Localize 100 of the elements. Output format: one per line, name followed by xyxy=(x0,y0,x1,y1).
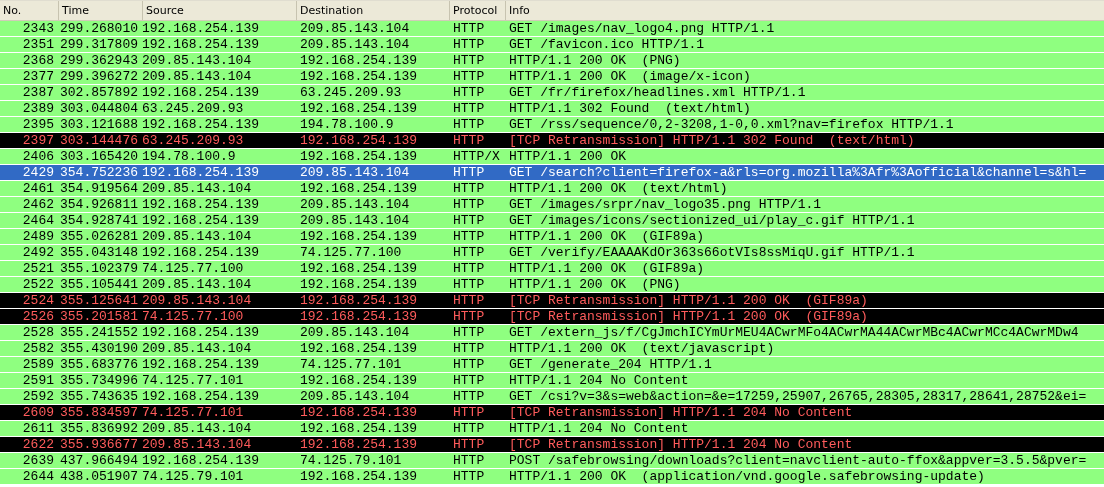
packet-row[interactable]: 2524 355.125641 209.85.143.104 192.168.254.139 HTTP [TCP Retransmission] HTTP/1.1 200 OK (GIF89a) xyxy=(0,293,1104,309)
table-cell-text: 2591 xyxy=(21,373,55,388)
table-cell-text: POST /safebrowsing/downloads?client=navclient-auto-ffox&appver=3.5.5&pver= xyxy=(508,453,1088,468)
table-cell-text: 63.245.209.93 xyxy=(142,101,245,116)
packet-row[interactable]: 2343 299.268010 192.168.254.139 209.85.143.104 HTTP GET /images/nav_logo4.png HTTP/1.1 xyxy=(0,21,1104,37)
packet-row[interactable]: 2464 354.928741 192.168.254.139 209.85.143.104 HTTP GET /images/icons/sectionized_ui/play_c.gif HTTP/1.1 xyxy=(0,213,1104,229)
table-cell-text: GET /search?client=firefox-a&rls=org.mozilla%3Afr%3Aofficial&channel=s&hl= xyxy=(508,165,1088,180)
packet-row[interactable]: 2611 355.836992 209.85.143.104 192.168.254.139 HTTP HTTP/1.1 204 No Content xyxy=(0,421,1104,437)
table-cell-text: 355.734996 xyxy=(59,373,139,388)
table-cell-text: 303.044804 xyxy=(59,101,139,116)
table-cell-text: HTTP xyxy=(452,261,486,276)
packet-row[interactable]: 2528 355.241552 192.168.254.139 209.85.143.104 HTTP GET /extern_js/f/CgJmchICYmUrMEU4ACwrMFo4ACwrMA44ACwrMBc4ACwrMCc4ACwrMDw4 xyxy=(0,325,1104,341)
table-cell-text: 299.362943 xyxy=(59,53,139,68)
table-cell-text: HTTP xyxy=(452,69,486,84)
table-cell-text: 299.268010 xyxy=(59,21,139,36)
packet-row[interactable]: 2526 355.201581 74.125.77.100 192.168.254.139 HTTP [TCP Retransmission] HTTP/1.1 200 OK (GIF89a) xyxy=(0,309,1104,325)
table-cell-text: 354.919564 xyxy=(59,181,139,196)
table-cell-text: 2492 xyxy=(21,245,55,260)
table-cell-text: 2462 xyxy=(21,197,55,212)
column-header[interactable]: Info xyxy=(505,1,1104,20)
packet-row[interactable]: 2397 303.144476 63.245.209.93 192.168.254.139 HTTP [TCP Retransmission] HTTP/1.1 302 Found (text/html) xyxy=(0,133,1104,149)
packet-row[interactable]: 2639 437.966494 192.168.254.139 74.125.79.101 HTTP POST /safebrowsing/downloads?client=navclient-auto-ffox&appver=3.5.5&pver= xyxy=(0,453,1104,469)
table-cell-text: 74.125.77.100 xyxy=(142,261,245,276)
table-cell-text: HTTP/1.1 200 OK (PNG) xyxy=(508,277,682,292)
table-cell-text: GET /generate_204 HTTP/1.1 xyxy=(508,357,713,372)
table-cell-text: 2611 xyxy=(21,421,55,436)
table-cell-text: 354.926811 xyxy=(59,197,139,212)
packet-row[interactable]: 2389 303.044804 63.245.209.93 192.168.254.139 HTTP HTTP/1.1 302 Found (text/html) xyxy=(0,101,1104,117)
table-cell-text: 2522 xyxy=(21,277,55,292)
table-cell-text: 209.85.143.104 xyxy=(299,213,411,228)
table-cell-text: HTTP xyxy=(452,37,486,52)
table-cell-text: 2639 xyxy=(21,453,55,468)
table-cell-text: HTTP xyxy=(452,229,486,244)
table-cell-text: HTTP/1.1 200 OK (GIF89a) xyxy=(508,261,706,276)
table-cell-text: HTTP xyxy=(452,469,486,484)
table-cell-text: 355.836992 xyxy=(59,421,139,436)
packet-row[interactable]: 2406 303.165420 194.78.100.9 192.168.254.139 HTTP/X HTTP/1.1 200 OK xyxy=(0,149,1104,165)
table-cell-text: 2592 xyxy=(21,389,55,404)
table-cell-text: 192.168.254.139 xyxy=(142,37,261,52)
table-cell-text: 192.168.254.139 xyxy=(299,293,419,308)
packet-row[interactable]: 2351 299.317809 192.168.254.139 209.85.143.104 HTTP GET /favicon.ico HTTP/1.1 xyxy=(0,37,1104,53)
table-cell-text: HTTP/1.1 200 OK (PNG) xyxy=(508,53,682,68)
packet-row[interactable]: 2522 355.105441 209.85.143.104 192.168.254.139 HTTP HTTP/1.1 200 OK (PNG) xyxy=(0,277,1104,293)
packet-row[interactable]: 2377 299.396272 209.85.143.104 192.168.254.139 HTTP HTTP/1.1 200 OK (image/x-icon) xyxy=(0,69,1104,85)
table-cell-text: 355.430190 xyxy=(59,341,139,356)
column-header[interactable]: Destination xyxy=(296,1,449,20)
table-cell-text: 2528 xyxy=(21,325,55,340)
packet-row[interactable]: 2622 355.936677 209.85.143.104 192.168.254.139 HTTP [TCP Retransmission] HTTP/1.1 204 No Content xyxy=(0,437,1104,453)
packet-row[interactable]: 2395 303.121688 192.168.254.139 194.78.100.9 HTTP GET /rss/sequence/0,2-3208,1-0,0.xml?nav=firefox HTTP/1.1 xyxy=(0,117,1104,133)
packet-row[interactable]: 2582 355.430190 209.85.143.104 192.168.254.139 HTTP HTTP/1.1 200 OK (text/javascript) xyxy=(0,341,1104,357)
column-header[interactable]: Time xyxy=(58,1,142,20)
table-cell-text: 209.85.143.104 xyxy=(142,69,253,84)
table-cell-text: 192.168.254.139 xyxy=(299,373,419,388)
table-cell-text: HTTP/1.1 204 No Content xyxy=(508,373,690,388)
packet-row[interactable]: 2368 299.362943 209.85.143.104 192.168.254.139 HTTP HTTP/1.1 200 OK (PNG) xyxy=(0,53,1104,69)
table-cell-text: 355.125641 xyxy=(59,293,139,308)
table-cell-text: 355.683776 xyxy=(59,357,139,372)
table-cell-text: 74.125.77.101 xyxy=(299,357,403,372)
table-cell-text: HTTP/1.1 204 No Content xyxy=(508,421,690,436)
table-cell-text: HTTP xyxy=(452,133,486,148)
table-cell-text: 209.85.143.104 xyxy=(142,277,253,292)
table-cell-text: 2489 xyxy=(21,229,55,244)
table-cell-text: [TCP Retransmission] HTTP/1.1 204 No Content xyxy=(508,437,854,452)
table-cell-text: 354.928741 xyxy=(59,213,139,228)
packet-row[interactable]: 2462 354.926811 192.168.254.139 209.85.143.104 HTTP GET /images/srpr/nav_logo35.png HTTP/1.1 xyxy=(0,197,1104,213)
table-cell-text: 74.125.79.101 xyxy=(299,453,403,468)
table-cell-text: HTTP xyxy=(452,101,486,116)
table-cell-text: 192.168.254.139 xyxy=(299,53,419,68)
table-cell-text: HTTP xyxy=(452,357,486,372)
packet-row[interactable]: 2429 354.752236 192.168.254.139 209.85.143.104 HTTP GET /search?client=firefox-a&rls=org.mozilla%3Afr%3Aofficial&channel=s&hl= xyxy=(0,165,1104,181)
table-cell-text: 355.043148 xyxy=(59,245,139,260)
packet-row[interactable]: 2644 438.051907 74.125.79.101 192.168.254.139 HTTP HTTP/1.1 200 OK (application/vnd.google.safebrowsing-update) xyxy=(0,469,1104,485)
table-cell-text: HTTP/1.1 200 OK (image/x-icon) xyxy=(508,69,752,84)
table-cell-text: [TCP Retransmission] HTTP/1.1 204 No Content xyxy=(508,405,854,420)
table-cell-text: 209.85.143.104 xyxy=(299,389,411,404)
packet-row[interactable]: 2589 355.683776 192.168.254.139 74.125.77.101 HTTP GET /generate_204 HTTP/1.1 xyxy=(0,357,1104,373)
table-cell-text: 192.168.254.139 xyxy=(299,405,419,420)
table-cell-text: 355.241552 xyxy=(59,325,139,340)
table-cell-text: GET /images/srpr/nav_logo35.png HTTP/1.1 xyxy=(508,197,823,212)
table-cell-text: 192.168.254.139 xyxy=(142,453,261,468)
table-cell-text: HTTP xyxy=(452,437,486,452)
table-cell-text: 2351 xyxy=(21,37,55,52)
packet-row[interactable]: 2609 355.834597 74.125.77.101 192.168.254.139 HTTP [TCP Retransmission] HTTP/1.1 204 No Content xyxy=(0,405,1104,421)
table-cell-text: 437.966494 xyxy=(59,453,139,468)
packet-row[interactable]: 2592 355.743635 192.168.254.139 209.85.143.104 HTTP GET /csi?v=3&s=web&action=&e=17259,25907,26765,28305,28317,28641,28752&ei= xyxy=(0,389,1104,405)
column-header[interactable]: Source xyxy=(142,1,296,20)
packet-row[interactable]: 2387 302.857892 192.168.254.139 63.245.209.93 HTTP GET /fr/firefox/headlines.xml HTTP/1.1 xyxy=(0,85,1104,101)
packet-row[interactable]: 2591 355.734996 74.125.77.101 192.168.254.139 HTTP HTTP/1.1 204 No Content xyxy=(0,373,1104,389)
packet-row[interactable]: 2492 355.043148 192.168.254.139 74.125.77.100 HTTP GET /verify/EAAAAKdOr363s66otVIs8ssMiqU.gif HTTP/1.1 xyxy=(0,245,1104,261)
column-header[interactable]: No. xyxy=(0,1,58,20)
table-cell-text: 355.743635 xyxy=(59,389,139,404)
packet-row[interactable]: 2521 355.102379 74.125.77.100 192.168.254.139 HTTP HTTP/1.1 200 OK (GIF89a) xyxy=(0,261,1104,277)
column-header[interactable]: Protocol xyxy=(449,1,505,20)
table-cell-text: 74.125.77.101 xyxy=(142,373,245,388)
table-cell-text: 2397 xyxy=(21,133,55,148)
table-cell-text: HTTP/1.1 200 OK xyxy=(508,149,628,164)
table-cell-text: HTTP xyxy=(452,53,486,68)
packet-row[interactable]: 2461 354.919564 209.85.143.104 192.168.254.139 HTTP HTTP/1.1 200 OK (text/html) xyxy=(0,181,1104,197)
table-cell-text: 192.168.254.139 xyxy=(142,21,261,36)
packet-row[interactable]: 2489 355.026281 209.85.143.104 192.168.254.139 HTTP HTTP/1.1 200 OK (GIF89a) xyxy=(0,229,1104,245)
